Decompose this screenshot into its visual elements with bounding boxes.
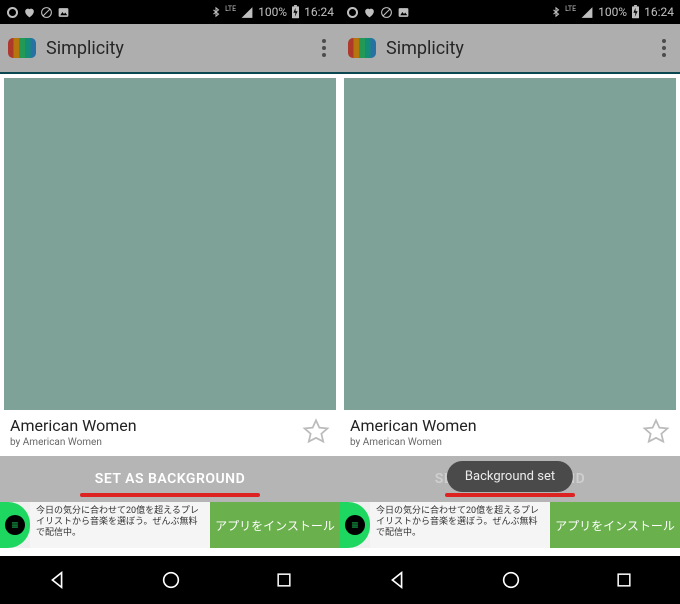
home-button[interactable] bbox=[500, 569, 522, 591]
app-notif-icon bbox=[6, 6, 19, 19]
battery-pct: 100% bbox=[598, 5, 627, 19]
ad-text: 今日の気分に合わせて20億を超えるプレイリストから音楽を選ぼう。ぜんぶ無料で配信… bbox=[30, 502, 210, 548]
wallpaper-title: American Women bbox=[350, 416, 642, 435]
wallpaper-meta: American Women by American Women bbox=[340, 410, 680, 456]
annotation-underline bbox=[445, 493, 575, 497]
status-left bbox=[6, 6, 70, 19]
status-right: LTE 100% 16:24 bbox=[551, 5, 674, 19]
recents-button[interactable] bbox=[274, 570, 294, 590]
ad-banner[interactable]: ≡ 今日の気分に合わせて20億を超えるプレイリストから音楽を選ぼう。ぜんぶ無料で… bbox=[340, 502, 680, 548]
wallpaper-card bbox=[340, 74, 680, 410]
ad-text: 今日の気分に合わせて20億を超えるプレイリストから音楽を選ぼう。ぜんぶ無料で配信… bbox=[370, 502, 550, 548]
ad-install-button[interactable]: アプリをインストール bbox=[210, 502, 340, 548]
overflow-menu-button[interactable] bbox=[656, 33, 672, 63]
set-background-button[interactable]: SET AS BACKGROUND bbox=[0, 456, 340, 502]
screenshot-left: LTE 100% 16:24 Simplicity American Women… bbox=[0, 0, 340, 604]
status-left bbox=[346, 6, 410, 19]
image-icon bbox=[397, 6, 410, 19]
wallpaper-title: American Women bbox=[10, 416, 302, 435]
bluetooth-icon bbox=[551, 5, 561, 19]
app-title: Simplicity bbox=[386, 38, 646, 59]
heart-icon bbox=[23, 6, 36, 19]
toast-text: Background set bbox=[465, 469, 555, 484]
app-bar: Simplicity bbox=[340, 24, 680, 74]
status-right: LTE 100% 16:24 bbox=[211, 5, 334, 19]
favorite-button[interactable] bbox=[642, 418, 670, 446]
overflow-menu-button[interactable] bbox=[316, 33, 332, 63]
back-button[interactable] bbox=[386, 569, 408, 591]
spotify-icon: ≡ bbox=[0, 502, 30, 548]
android-nav-bar bbox=[0, 556, 340, 604]
clock: 16:24 bbox=[304, 5, 334, 19]
spotify-icon: ≡ bbox=[340, 502, 370, 548]
favorite-button[interactable] bbox=[302, 418, 330, 446]
no-sim-icon bbox=[40, 6, 53, 19]
bluetooth-icon bbox=[211, 5, 221, 19]
home-button[interactable] bbox=[160, 569, 182, 591]
battery-pct: 100% bbox=[258, 5, 287, 19]
wallpaper-card bbox=[0, 74, 340, 410]
back-button[interactable] bbox=[46, 569, 68, 591]
app-bar: Simplicity bbox=[0, 24, 340, 74]
ad-install-button[interactable]: アプリをインストール bbox=[550, 502, 680, 548]
annotation-underline bbox=[80, 493, 260, 497]
app-logo-icon bbox=[8, 38, 36, 58]
app-title: Simplicity bbox=[46, 38, 306, 59]
network-label: LTE bbox=[225, 6, 236, 13]
android-nav-bar bbox=[340, 556, 680, 604]
set-background-button[interactable]: SET AS BACKGROUND Background set bbox=[340, 456, 680, 502]
signal-icon bbox=[580, 6, 594, 19]
app-notif-icon bbox=[346, 6, 359, 19]
app-logo-icon bbox=[348, 38, 376, 58]
wallpaper-meta: American Women by American Women bbox=[0, 410, 340, 456]
set-background-label: SET AS BACKGROUND bbox=[95, 471, 245, 487]
wallpaper-preview[interactable] bbox=[4, 78, 336, 410]
recents-button[interactable] bbox=[614, 570, 634, 590]
wallpaper-byline: by American Women bbox=[10, 437, 302, 448]
wallpaper-byline: by American Women bbox=[350, 437, 642, 448]
screenshot-right: LTE 100% 16:24 Simplicity American Women… bbox=[340, 0, 680, 604]
battery-charging-icon bbox=[291, 5, 300, 19]
signal-icon bbox=[240, 6, 254, 19]
heart-icon bbox=[363, 6, 376, 19]
image-icon bbox=[57, 6, 70, 19]
clock: 16:24 bbox=[644, 5, 674, 19]
ad-banner[interactable]: ≡ 今日の気分に合わせて20億を超えるプレイリストから音楽を選ぼう。ぜんぶ無料で… bbox=[0, 502, 340, 548]
status-bar: LTE 100% 16:24 bbox=[340, 0, 680, 24]
battery-charging-icon bbox=[631, 5, 640, 19]
status-bar: LTE 100% 16:24 bbox=[0, 0, 340, 24]
wallpaper-preview[interactable] bbox=[344, 78, 676, 410]
network-label: LTE bbox=[565, 6, 576, 13]
toast: Background set bbox=[447, 461, 573, 492]
no-sim-icon bbox=[380, 6, 393, 19]
